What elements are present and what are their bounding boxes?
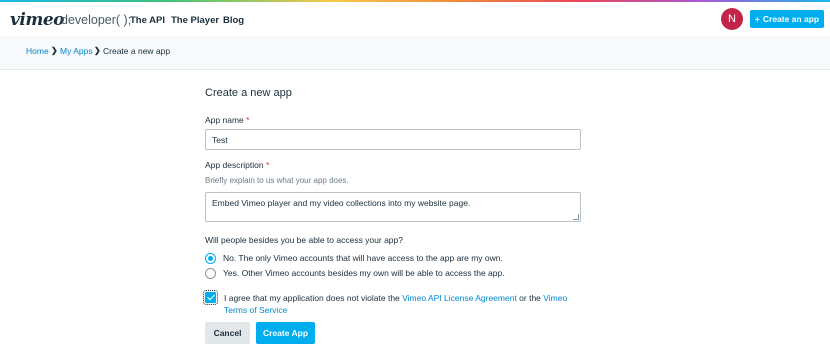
- required-mark: *: [246, 115, 250, 125]
- access-option-yes-label: Yes. Other Vimeo accounts besides my own…: [223, 268, 505, 278]
- user-avatar[interactable]: N: [721, 8, 743, 30]
- page-title: Create a new app: [205, 87, 292, 99]
- radio-selected-icon[interactable]: [205, 252, 216, 264]
- app-name-input[interactable]: [205, 129, 581, 150]
- app-name-label: App name *: [205, 115, 249, 125]
- app-name-label-text: App name: [205, 115, 244, 125]
- resize-handle-icon[interactable]: [573, 214, 579, 220]
- breadcrumb-current: Create a new app: [103, 46, 171, 56]
- app-description-hint: Briefly explain to us what your app does…: [205, 176, 349, 185]
- plus-icon: +: [754, 14, 760, 24]
- license-agreement-link[interactable]: Vimeo API License Agreement: [402, 293, 517, 303]
- vimeo-logo[interactable]: vimeo: [10, 10, 64, 30]
- top-navigation: vimeo developer( ); The API The Player B…: [0, 2, 830, 36]
- access-option-no[interactable]: No. The only Vimeo accounts that will ha…: [205, 252, 503, 264]
- nav-blog[interactable]: Blog: [223, 15, 244, 26]
- chevron-right-icon: ❯: [51, 46, 58, 55]
- access-option-no-label: No. The only Vimeo accounts that will ha…: [223, 253, 503, 263]
- agree-text-part-1: I agree that my application does not vio…: [224, 293, 403, 303]
- create-app-button[interactable]: Create App: [256, 322, 315, 344]
- access-question: Will people besides you be able to acces…: [205, 235, 403, 245]
- developer-logo-text[interactable]: developer( );: [61, 13, 131, 27]
- breadcrumb: Home ❯ My Apps ❯ Create a new app: [0, 36, 830, 70]
- app-description-textarea[interactable]: Embed Vimeo player and my video collecti…: [205, 192, 581, 222]
- agree-text-part-2: or the: [516, 293, 544, 303]
- cancel-button[interactable]: Cancel: [205, 322, 250, 344]
- nav-the-player[interactable]: The Player: [171, 15, 219, 26]
- nav-the-api[interactable]: The API: [130, 15, 165, 26]
- chevron-right-icon: ❯: [94, 46, 101, 55]
- breadcrumb-my-apps[interactable]: My Apps: [60, 46, 93, 56]
- access-option-yes[interactable]: Yes. Other Vimeo accounts besides my own…: [205, 267, 505, 279]
- app-description-value: Embed Vimeo player and my video collecti…: [212, 198, 471, 208]
- agree-text: I agree that my application does not vio…: [224, 292, 584, 316]
- create-an-app-label: Create an app: [762, 14, 820, 24]
- radio-unselected-icon[interactable]: [205, 267, 216, 279]
- breadcrumb-home[interactable]: Home: [26, 46, 49, 56]
- app-description-label: App description *: [205, 160, 269, 170]
- required-mark: *: [265, 160, 270, 170]
- create-an-app-button[interactable]: + Create an app: [750, 10, 824, 28]
- app-description-label-text: App description: [205, 160, 264, 170]
- agree-checkbox[interactable]: [203, 290, 218, 305]
